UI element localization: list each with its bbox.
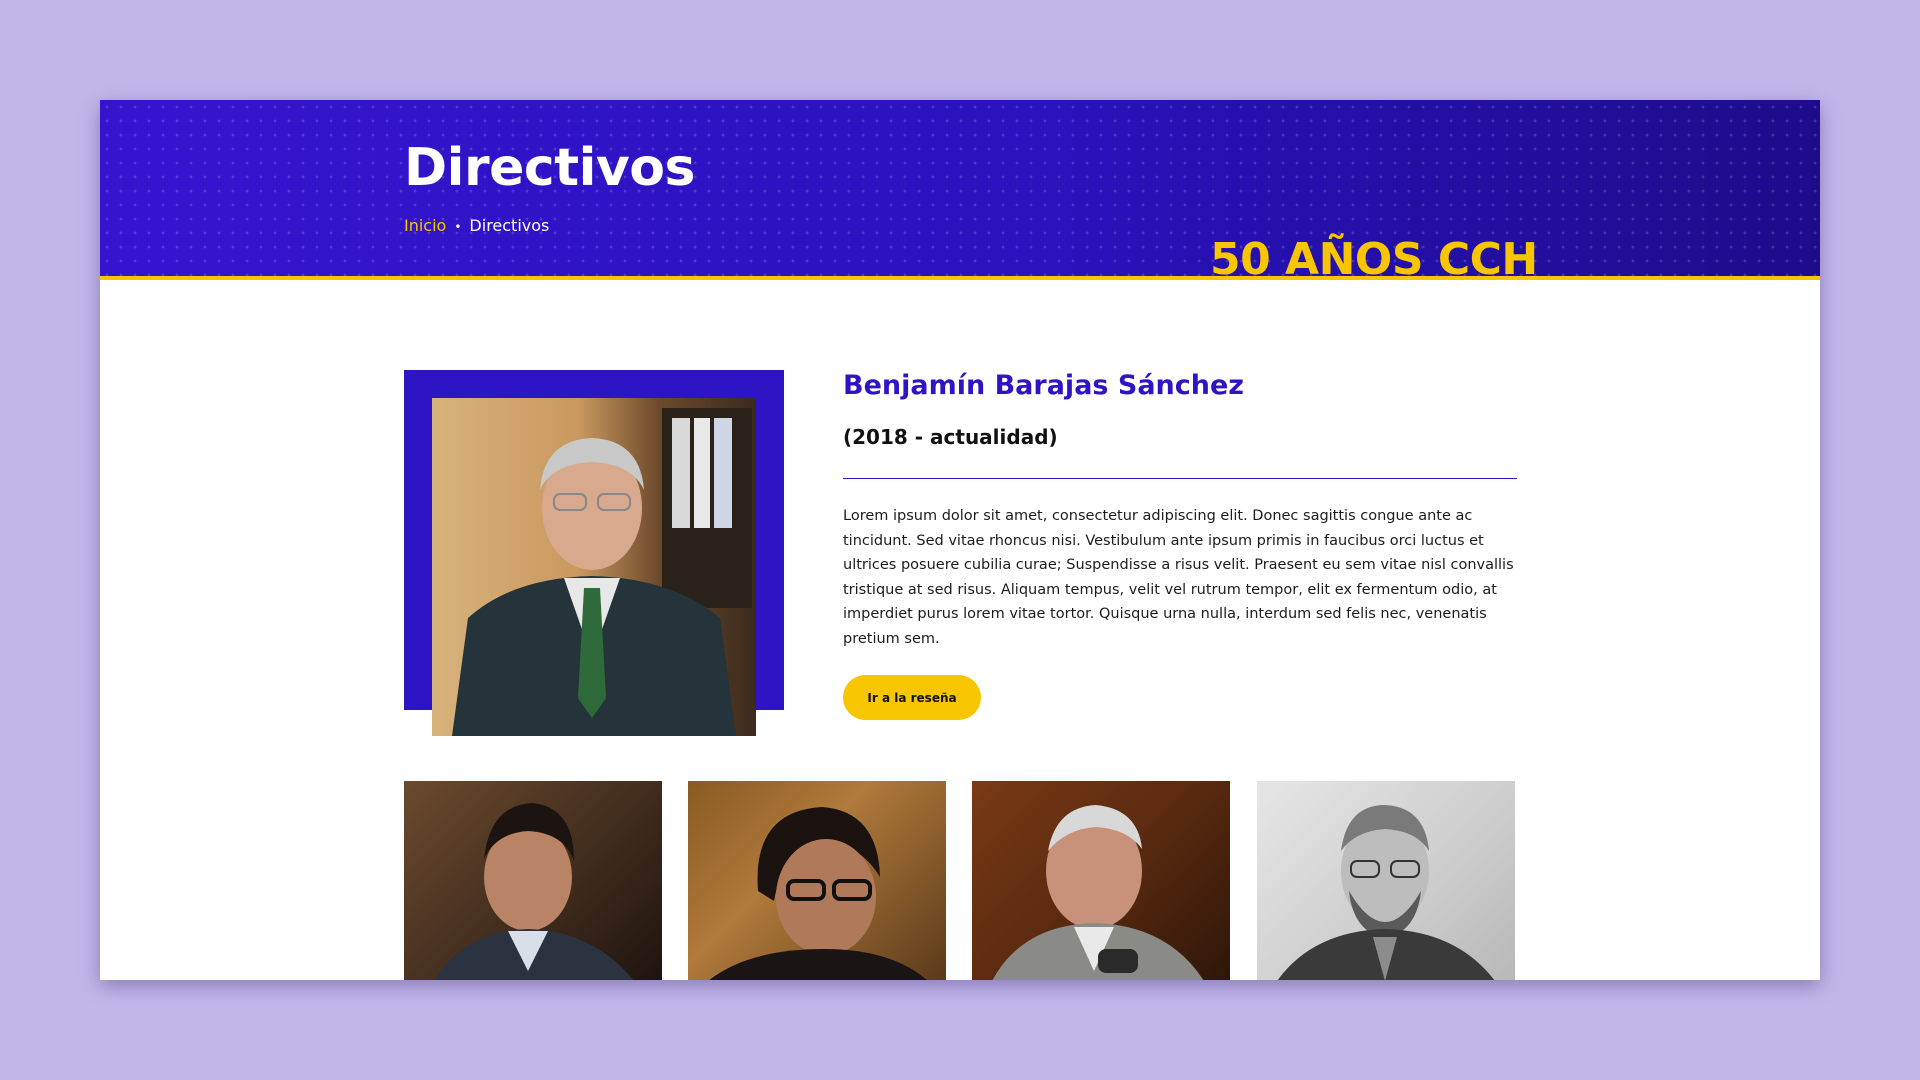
director-name: Benjamín Barajas Sánchez	[843, 370, 1245, 401]
page-header-banner: Directivos Inicio • Directivos 50 AÑOS CCH	[100, 100, 1820, 285]
director-thumbnail[interactable]	[1257, 781, 1515, 980]
section-divider	[843, 478, 1517, 479]
person-portrait-icon	[992, 805, 1204, 980]
director-thumbnail[interactable]	[972, 781, 1230, 980]
person-portrait-icon	[452, 408, 752, 736]
director-thumbnail[interactable]	[688, 781, 946, 980]
featured-director-photo	[432, 398, 756, 736]
person-portrait-icon	[709, 807, 927, 980]
breadcrumb-separator: •	[454, 220, 462, 234]
review-button[interactable]: Ir a la reseña	[843, 675, 981, 720]
director-bio: Lorem ipsum dolor sit amet, consectetur …	[843, 508, 1514, 647]
person-portrait-icon	[1277, 805, 1495, 980]
featured-photo-block	[404, 370, 784, 736]
page-title: Directivos	[404, 138, 695, 198]
page-window: Directivos Inicio • Directivos 50 AÑOS CCH	[100, 100, 1820, 980]
person-portrait-icon	[434, 803, 634, 980]
anniversary-badge-text: 50 AÑOS CCH	[1210, 234, 1538, 285]
breadcrumb: Inicio • Directivos	[404, 216, 549, 235]
breadcrumb-home-link[interactable]: Inicio	[404, 216, 446, 235]
director-period: (2018 - actualidad)	[843, 425, 1058, 449]
breadcrumb-current: Directivos	[469, 216, 550, 235]
director-thumbnail[interactable]	[404, 781, 662, 980]
